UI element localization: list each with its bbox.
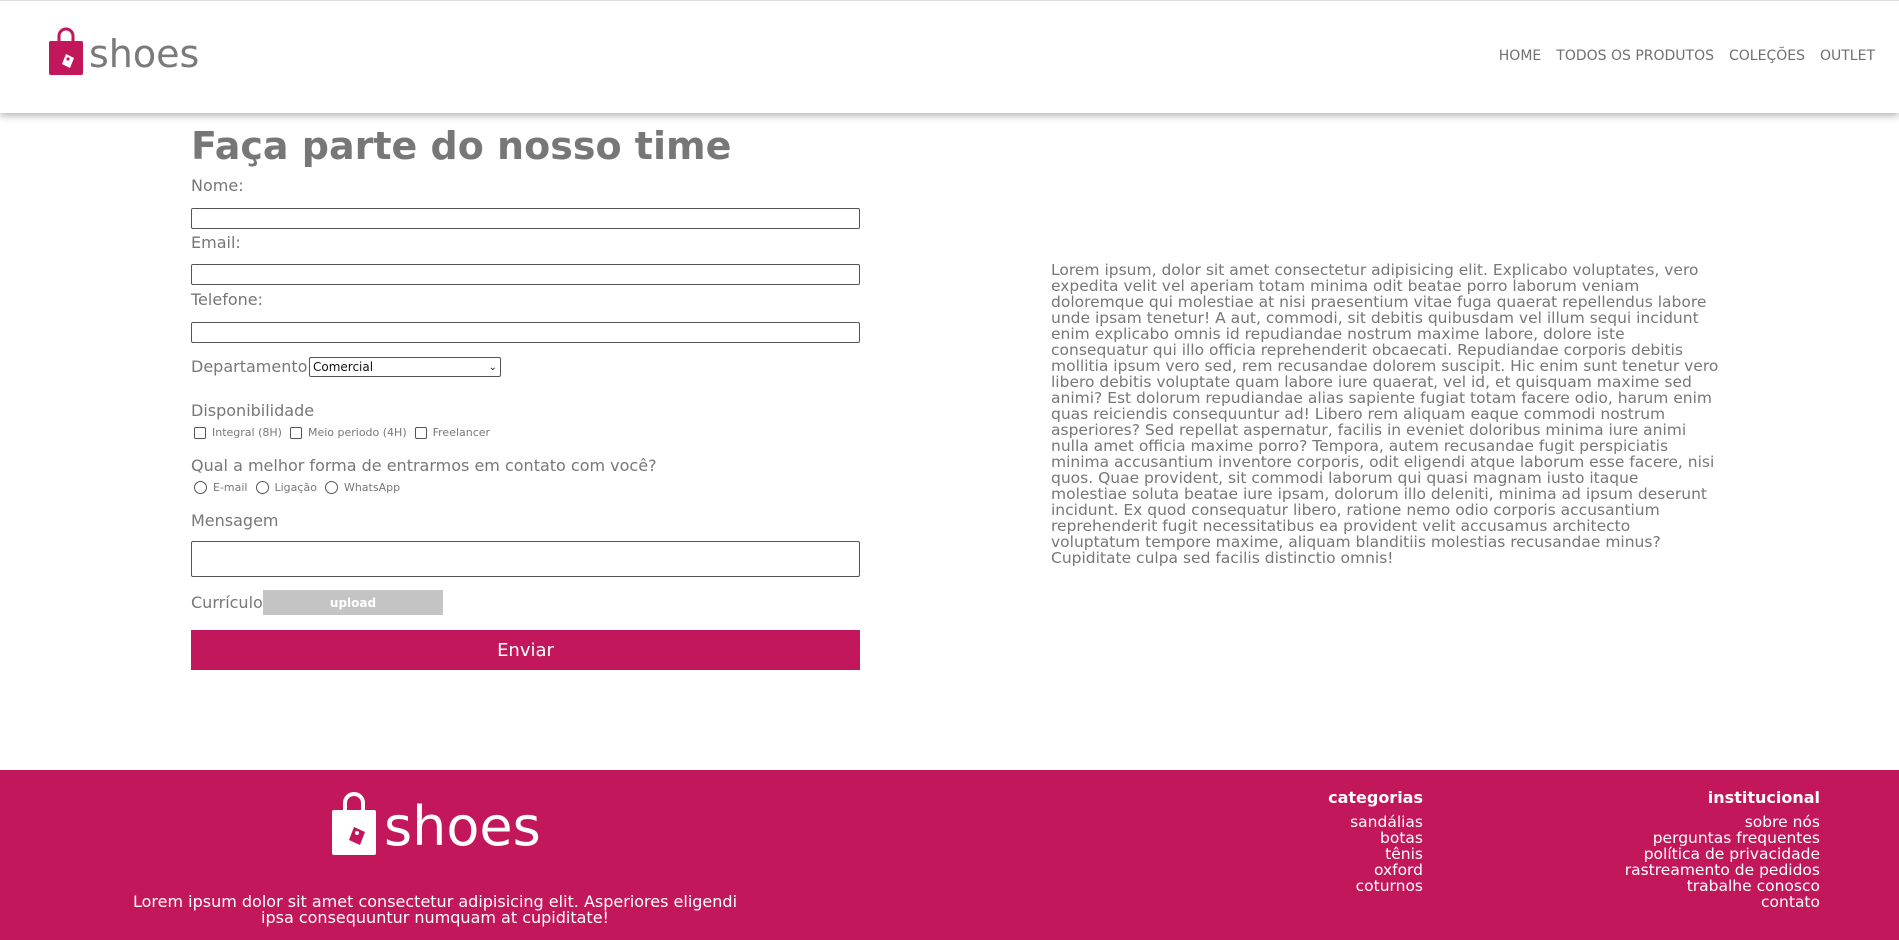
footer-categories: categorias sandálias botas tênis oxford … bbox=[1328, 788, 1423, 894]
chevron-down-icon: ⌄ bbox=[488, 361, 497, 373]
side-description: Lorem ipsum, dolor sit amet consectetur … bbox=[1051, 261, 1719, 567]
availability-checkbox-integral[interactable] bbox=[194, 426, 206, 439]
submit-button[interactable]: Enviar bbox=[191, 630, 860, 670]
shopping-bag-icon bbox=[332, 792, 376, 855]
contact-option-label: WhatsApp bbox=[343, 481, 401, 494]
site-footer: shoes Lorem ipsum dolor sit amet consect… bbox=[0, 770, 1899, 940]
footer-link[interactable]: tênis bbox=[1328, 846, 1423, 862]
availability-checkbox-half[interactable] bbox=[289, 426, 302, 439]
email-input[interactable] bbox=[191, 264, 860, 285]
contact-radio-call[interactable] bbox=[255, 481, 269, 494]
name-label: Nome: bbox=[191, 176, 244, 195]
email-label: Email: bbox=[191, 233, 241, 252]
message-label: Mensagem bbox=[191, 511, 279, 530]
footer-link[interactable]: sobre nós bbox=[1625, 814, 1820, 830]
contact-radio-whatsapp[interactable] bbox=[324, 481, 338, 494]
logo-text: shoes bbox=[89, 32, 200, 76]
header-logo[interactable]: shoes bbox=[48, 26, 199, 76]
contact-radio-email[interactable] bbox=[194, 481, 207, 494]
resume-label: Currículo bbox=[191, 593, 263, 612]
upload-button[interactable]: upload bbox=[263, 590, 443, 615]
name-input[interactable] bbox=[191, 208, 860, 229]
contact-method-label: Qual a melhor forma de entrarmos em cont… bbox=[191, 456, 657, 475]
department-select[interactable]: Comercial ⌄ bbox=[309, 357, 501, 377]
footer-link[interactable]: oxford bbox=[1328, 862, 1423, 878]
footer-institutional-title: institucional bbox=[1707, 788, 1820, 807]
availability-option-label: Freelancer bbox=[432, 426, 491, 439]
footer-link[interactable]: política de privacidade bbox=[1625, 846, 1820, 862]
footer-link[interactable]: contato bbox=[1625, 894, 1820, 910]
availability-options: Integral (8H) Meio periodo (4H) Freelanc… bbox=[194, 426, 498, 439]
department-selected-value: Comercial bbox=[313, 360, 374, 374]
availability-option-label: Integral (8H) bbox=[212, 426, 282, 439]
page-title: Faça parte do nosso time bbox=[191, 124, 732, 168]
footer-link[interactable]: perguntas frequentes bbox=[1625, 830, 1820, 846]
phone-label: Telefone: bbox=[191, 290, 263, 309]
contact-option-label: Ligação bbox=[274, 481, 317, 494]
availability-option-label: Meio periodo (4H) bbox=[307, 426, 407, 439]
nav-outlet[interactable]: OUTLET bbox=[1820, 48, 1875, 64]
footer-institutional: institucional sobre nós perguntas freque… bbox=[1625, 788, 1820, 910]
nav-home[interactable]: HOME bbox=[1499, 48, 1541, 64]
footer-link[interactable]: rastreamento de pedidos bbox=[1625, 862, 1820, 878]
availability-label: Disponibilidade bbox=[191, 401, 315, 420]
availability-checkbox-freelancer[interactable] bbox=[414, 426, 427, 439]
footer-link[interactable]: trabalhe conosco bbox=[1625, 878, 1820, 894]
footer-logo[interactable]: shoes bbox=[331, 790, 541, 856]
nav-all-products[interactable]: TODOS OS PRODUTOS bbox=[1556, 48, 1714, 64]
phone-input[interactable] bbox=[191, 322, 860, 343]
footer-link[interactable]: coturnos bbox=[1328, 878, 1423, 894]
footer-link[interactable]: sandálias bbox=[1328, 814, 1423, 830]
site-header: shoes HOME TODOS OS PRODUTOS COLEÇÕES OU… bbox=[0, 0, 1899, 113]
shopping-bag-icon bbox=[49, 27, 83, 75]
footer-logo-text: shoes bbox=[384, 795, 541, 858]
footer-link[interactable]: botas bbox=[1328, 830, 1423, 846]
nav-collections[interactable]: COLEÇÕES bbox=[1729, 48, 1805, 64]
main-nav: HOME TODOS OS PRODUTOS COLEÇÕES OUTLET bbox=[1499, 48, 1875, 64]
contact-options: E-mail Ligação WhatsApp bbox=[194, 481, 408, 494]
department-label: Departamento: bbox=[191, 357, 313, 376]
footer-description: Lorem ipsum dolor sit amet consectetur a… bbox=[132, 892, 738, 927]
message-textarea[interactable] bbox=[191, 541, 860, 577]
footer-categories-title: categorias bbox=[1328, 788, 1423, 807]
contact-option-label: E-mail bbox=[213, 481, 248, 494]
